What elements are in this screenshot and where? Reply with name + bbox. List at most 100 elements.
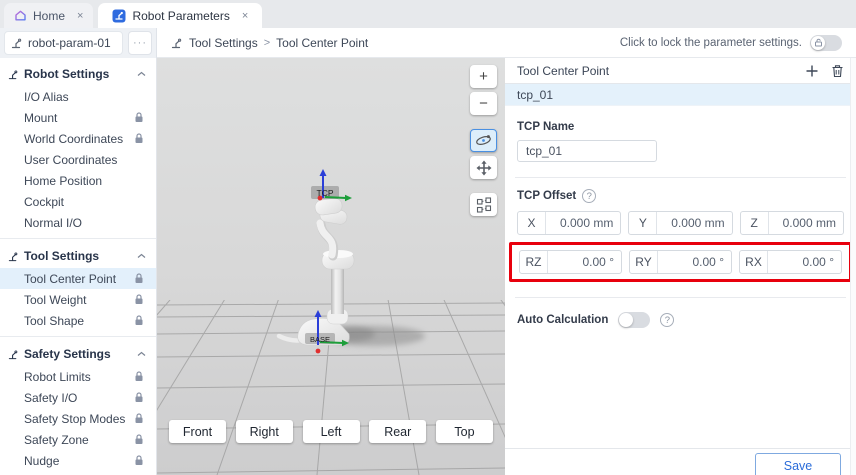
sidebar-item-normal-io[interactable]: Normal I/O: [0, 212, 156, 233]
sidebar-item-nudge[interactable]: Nudge: [0, 450, 156, 471]
panel-body: TCP Name TCP Offset ? X Y: [505, 121, 856, 328]
item-label: World Coordinates: [24, 132, 123, 146]
sidebar-item-home-position[interactable]: Home Position: [0, 170, 156, 191]
robot-arm-icon: [11, 37, 23, 49]
lock-icon: [134, 294, 144, 305]
tab-home-label: Home: [33, 9, 65, 23]
more-options-button[interactable]: ···: [128, 31, 152, 55]
tcp-frame-label: TCP: [317, 188, 334, 198]
axis-label-z: Z: [741, 212, 769, 234]
tab-bar: Home × Robot Parameters ×: [0, 0, 856, 28]
offset-linear-row: X Y Z: [517, 211, 844, 235]
sidebar-item-mount[interactable]: Mount: [0, 107, 156, 128]
main-area: Robot Settings I/O Alias Mount World Coo…: [0, 58, 856, 475]
chevron-up-icon: [137, 71, 146, 77]
parameter-set-selector[interactable]: robot-param-01: [4, 31, 123, 55]
offset-ry-input[interactable]: [658, 251, 731, 273]
offset-y-input[interactable]: [657, 212, 731, 234]
item-label: User Coordinates: [24, 153, 117, 167]
lock-icon: [134, 455, 144, 466]
view-rear-button[interactable]: Rear: [369, 420, 426, 443]
sidebar-item-io-alias[interactable]: I/O Alias: [0, 86, 156, 107]
chevron-up-icon: [137, 351, 146, 357]
pan-move-icon: [476, 160, 492, 176]
item-label: Normal I/O: [24, 216, 82, 230]
panel-footer: Save: [505, 448, 856, 475]
lock-icon: [134, 392, 144, 403]
lock-icon: [134, 434, 144, 445]
lock-icon: [134, 133, 144, 144]
robot-3d-viewport[interactable]: TCP BASE + −: [157, 58, 505, 475]
breadcrumb-parent[interactable]: Tool Settings: [189, 36, 258, 50]
view-front-button[interactable]: Front: [169, 420, 226, 443]
sidebar-item-user-coordinates[interactable]: User Coordinates: [0, 149, 156, 170]
view-right-button[interactable]: Right: [236, 420, 293, 443]
axis-label-y: Y: [629, 212, 657, 234]
offset-field-ry: RY: [629, 250, 732, 274]
tab-robot-parameters-close-icon[interactable]: ×: [242, 10, 248, 22]
breadcrumb-current: Tool Center Point: [276, 36, 368, 50]
axis-label-x: X: [518, 212, 546, 234]
tab-home[interactable]: Home ×: [4, 3, 93, 28]
offset-z-input[interactable]: [769, 212, 843, 234]
sidebar-item-tool-weight[interactable]: Tool Weight: [0, 289, 156, 310]
home-icon: [14, 9, 27, 22]
frame-compare-button[interactable]: [470, 193, 497, 216]
sidebar-item-safety-io[interactable]: Safety I/O: [0, 387, 156, 408]
offset-field-rz: RZ: [519, 250, 622, 274]
offset-rz-input[interactable]: [548, 251, 621, 273]
sidebar-item-safety-stop-modes[interactable]: Safety Stop Modes: [0, 408, 156, 429]
view-left-button[interactable]: Left: [303, 420, 360, 443]
tab-home-close-icon[interactable]: ×: [77, 10, 83, 22]
item-label: Safety Zone: [24, 433, 89, 447]
offset-rx-input[interactable]: [768, 251, 841, 273]
tcp-list-item-label: tcp_01: [517, 88, 553, 102]
tcp-offset-help-icon[interactable]: ?: [582, 189, 596, 203]
item-label: Home Position: [24, 174, 102, 188]
tab-robot-parameters[interactable]: Robot Parameters ×: [98, 3, 262, 28]
robot-arm-icon: [171, 37, 183, 49]
orbit-rotate-button[interactable]: [470, 129, 497, 152]
section-header-robot-settings[interactable]: Robot Settings: [0, 62, 156, 86]
lock-icon: [134, 273, 144, 284]
sidebar-item-world-coordinates[interactable]: World Coordinates: [0, 128, 156, 149]
panel-scrollbar[interactable]: [850, 58, 856, 475]
chevron-up-icon: [137, 253, 146, 259]
parameter-lock-hint: Click to lock the parameter settings.: [620, 37, 802, 49]
section-safety-settings: Safety Settings Robot Limits Safety I/O …: [0, 336, 156, 471]
sidebar-item-robot-limits[interactable]: Robot Limits: [0, 366, 156, 387]
tcp-name-input[interactable]: [517, 140, 657, 162]
axis-label-rz: RZ: [520, 251, 548, 273]
sidebar-item-safety-zone[interactable]: Safety Zone: [0, 429, 156, 450]
robot-arm-icon: [8, 251, 19, 262]
save-button[interactable]: Save: [755, 453, 841, 475]
tab-robot-parameters-label: Robot Parameters: [132, 9, 229, 23]
section-label: Safety Settings: [24, 347, 111, 361]
delete-tcp-button[interactable]: [831, 64, 844, 78]
offset-field-x: X: [517, 211, 621, 235]
section-robot-settings: Robot Settings I/O Alias Mount World Coo…: [0, 62, 156, 233]
sidebar-item-tool-center-point[interactable]: Tool Center Point: [0, 268, 156, 289]
offset-x-input[interactable]: [546, 212, 620, 234]
breadcrumb: Tool Settings > Tool Center Point Click …: [157, 28, 856, 58]
auto-calculation-label: Auto Calculation: [517, 314, 608, 326]
zoom-out-button[interactable]: −: [470, 92, 497, 115]
section-header-tool-settings[interactable]: Tool Settings: [0, 244, 156, 268]
sidebar-item-tool-shape[interactable]: Tool Shape: [0, 310, 156, 331]
parameter-lock-toggle[interactable]: [810, 35, 842, 51]
sidebar-item-cockpit[interactable]: Cockpit: [0, 191, 156, 212]
pan-button[interactable]: [470, 156, 497, 179]
zoom-in-button[interactable]: +: [470, 65, 497, 88]
add-tcp-button[interactable]: [805, 64, 819, 78]
panel-header: Tool Center Point: [505, 58, 856, 84]
rotation-highlight-box: RZ RY RX: [509, 242, 852, 282]
robot-parameters-icon: [112, 9, 126, 23]
toggle-knob: [619, 313, 633, 327]
view-top-button[interactable]: Top: [436, 420, 493, 443]
robot-arm-icon: [8, 349, 19, 360]
section-header-safety-settings[interactable]: Safety Settings: [0, 342, 156, 366]
auto-calculation-help-icon[interactable]: ?: [660, 313, 674, 327]
auto-calculation-toggle[interactable]: [618, 312, 650, 328]
viewport-controls: + −: [470, 65, 497, 220]
tcp-list-item-selected[interactable]: tcp_01: [505, 84, 856, 106]
